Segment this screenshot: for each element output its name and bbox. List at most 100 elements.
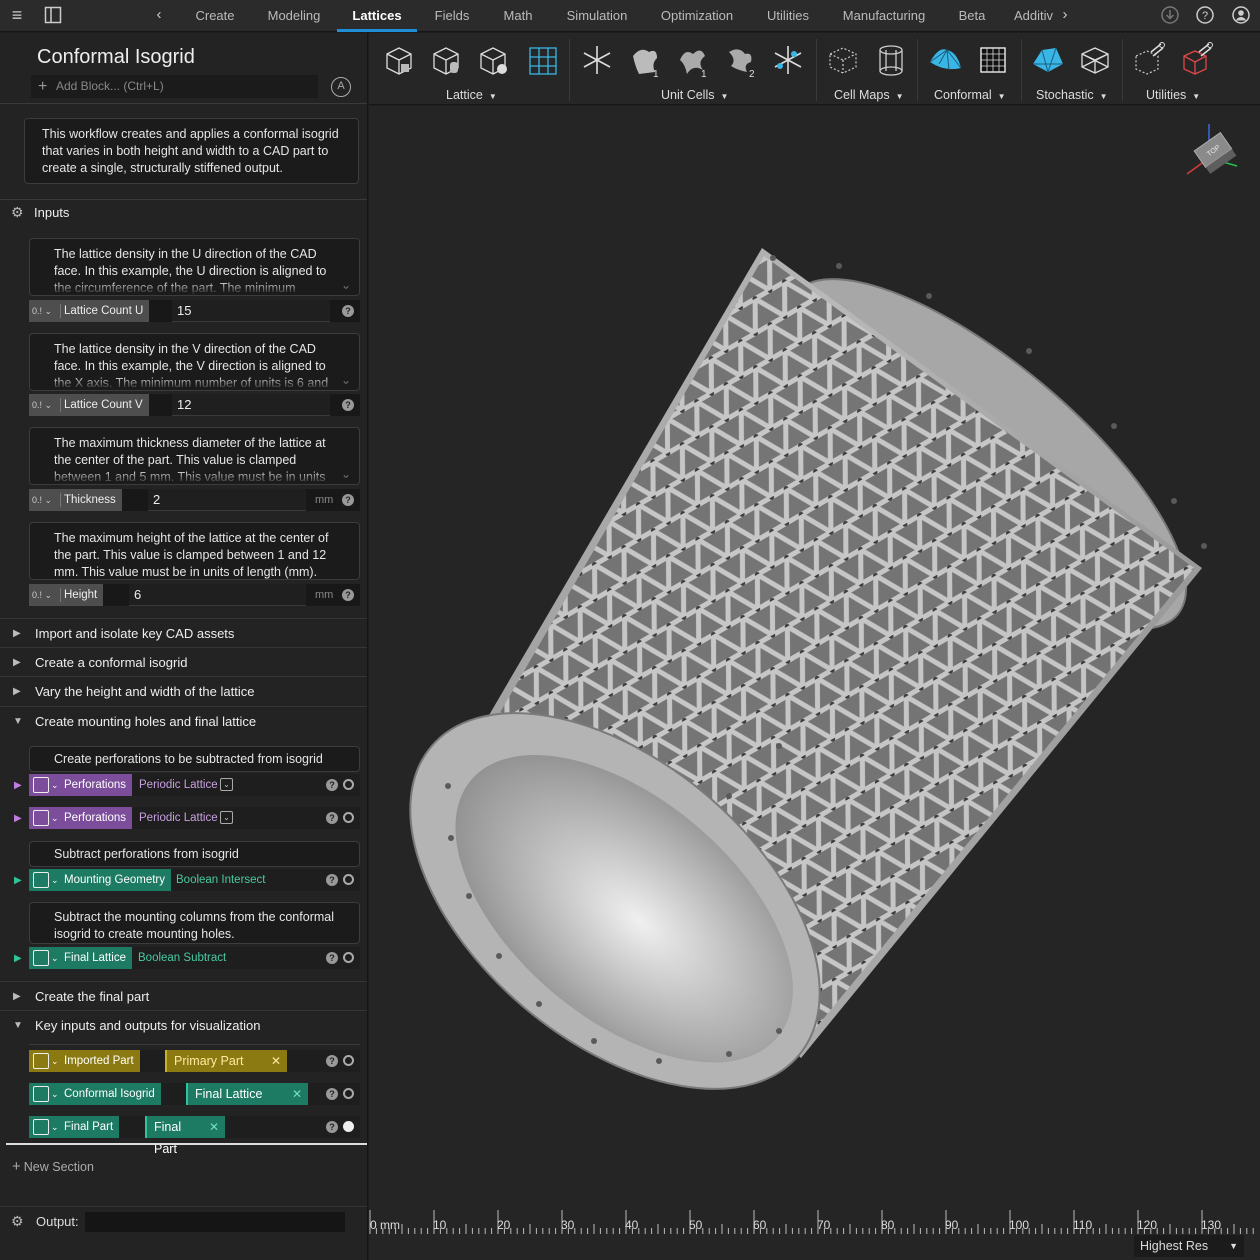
section-final[interactable]: ▶ Create the final part [0,981,367,1010]
chevron-down-icon[interactable]: ⌄ [341,277,351,294]
block-mounting-geometry[interactable]: ⌄ Mounting Geometry Boolean Intersect ? [29,869,360,891]
help-icon[interactable]: ? [326,779,338,791]
tab-utilities[interactable]: Utilities [762,0,814,32]
param-description[interactable]: The maximum height of the lattice at the… [29,522,360,580]
section-key[interactable]: ▼ Key inputs and outputs for visualizatio… [0,1010,367,1040]
stochastic-volume-icon[interactable] [1077,42,1113,78]
block-tag[interactable]: ⌄ Imported Part [29,1050,140,1072]
chevron-down-icon[interactable]: ⌄ [51,869,59,891]
stochastic-group-dropdown[interactable]: Stochastic ▼ [1036,88,1108,102]
dropdown-icon[interactable]: ⌄ [220,778,233,791]
param-tag[interactable]: 0.! ⌄ Height [29,584,104,606]
help-icon[interactable]: ? [326,1055,338,1067]
visibility-toggle[interactable] [343,1088,354,1099]
cell-map-cylinder-icon[interactable] [873,42,909,78]
tab-math[interactable]: Math [498,0,538,32]
resolution-select[interactable]: Highest Res ▼ [1134,1235,1244,1257]
visibility-toggle[interactable] [343,1055,354,1066]
block-final-part[interactable]: ⌄ Final Part Final Part ✕ ? [29,1116,360,1156]
play-icon[interactable]: ▶ [14,780,22,791]
help-icon[interactable]: ? [342,494,354,506]
view-cube-icon[interactable]: TOP [1179,118,1244,183]
conformal-volume-icon[interactable] [975,42,1011,78]
new-section-button[interactable]: + New Section [12,1158,94,1175]
block-perforations[interactable]: ⌄ Perforations Periodic Lattice ⌄ ? [29,774,360,796]
trim-lattice-icon[interactable] [1131,42,1167,78]
chevron-down-icon[interactable]: ⌄ [51,774,59,796]
isogrid-cylinder-model[interactable] [369,106,1260,1206]
block-imported-part[interactable]: ⌄ Imported Part Primary Part ✕ ? [29,1050,360,1072]
chevron-right-icon[interactable]: › [1052,4,1078,26]
close-icon[interactable]: ✕ [209,1116,219,1138]
visibility-toggle[interactable] [343,874,354,885]
tab-fields[interactable]: Fields [428,0,476,32]
help-icon[interactable]: ? [326,874,338,886]
block-perforations[interactable]: ⌄ Perforations Periodic Lattice ⌄ ? [29,807,360,829]
strut-cell-icon[interactable] [579,42,615,78]
conformal-group-dropdown[interactable]: Conformal ▼ [934,88,1006,102]
lattice-count-u-field[interactable]: 15 [172,300,330,322]
lattice-count-v-field[interactable]: 12 [172,394,330,416]
block-conformal-isogrid[interactable]: ⌄ Conformal Isogrid Final Lattice ✕ ? [29,1083,360,1105]
box-lattice-icon[interactable] [381,42,417,78]
cylinder-lattice-icon[interactable] [428,42,464,78]
help-icon[interactable]: ? [326,952,338,964]
cut-lattice-icon[interactable] [1179,42,1215,78]
custom-cell-icon[interactable] [770,42,806,78]
chevron-down-icon[interactable]: ⌄ [51,1050,59,1072]
chevron-down-icon[interactable]: ⌄ [51,1116,59,1138]
menu-icon[interactable]: ≡ [4,4,30,26]
tab-beta[interactable]: Beta [954,0,990,32]
panel-toggle-icon[interactable] [40,4,66,29]
visibility-toggle[interactable] [343,812,354,823]
triangle-right-icon[interactable]: ▶ [13,648,21,677]
lattice-group-dropdown[interactable]: Lattice ▼ [446,88,497,102]
stochastic-surface-icon[interactable] [1030,42,1066,78]
tab-optimization[interactable]: Optimization [656,0,738,32]
auto-assist-icon[interactable]: A [331,77,351,97]
help-icon[interactable]: ? [326,1088,338,1100]
utilities-group-dropdown[interactable]: Utilities ▼ [1146,88,1200,102]
triangle-down-icon[interactable]: ▼ [13,1011,23,1040]
close-icon[interactable]: ✕ [271,1050,281,1072]
visibility-toggle[interactable] [343,952,354,963]
section-vary[interactable]: ▶ Vary the height and width of the lattic… [0,676,367,706]
output-chip[interactable]: Final Part ✕ [145,1116,225,1156]
param-description[interactable]: The lattice density in the U direction o… [29,238,360,296]
sphere-lattice-icon[interactable] [475,42,511,78]
account-icon[interactable] [1228,4,1254,29]
grid-lattice-icon[interactable] [525,42,561,78]
3d-viewport[interactable]: TOP 0 mm 10 20 30 40 50 60 70 80 90 100 … [369,106,1260,1260]
block-tag[interactable]: ⌄ Perforations [29,807,133,829]
triangle-right-icon[interactable]: ▶ [13,619,21,648]
help-icon[interactable]: ? [326,812,338,824]
block-tag[interactable]: ⌄ Perforations [29,774,133,796]
cell-maps-group-dropdown[interactable]: Cell Maps ▼ [834,88,904,102]
scalar-type-icon[interactable]: 0.! ⌄ [32,493,61,507]
output-chip[interactable]: Final Lattice ✕ [186,1083,308,1105]
param-tag[interactable]: 0.! ⌄ Thickness [29,489,122,511]
tab-create[interactable]: Create [190,0,240,32]
unit-cells-group-dropdown[interactable]: Unit Cells ▼ [661,88,728,102]
dropdown-icon[interactable]: ⌄ [220,811,233,824]
visibility-toggle[interactable] [343,1121,354,1132]
output-chip[interactable]: Primary Part ✕ [165,1050,287,1072]
block-tag[interactable]: ⌄ Final Part [29,1116,120,1138]
chevron-down-icon[interactable]: ⌄ [51,947,59,969]
scalar-type-icon[interactable]: 0.! ⌄ [32,398,61,412]
cell-map-box-icon[interactable] [825,42,861,78]
triangle-right-icon[interactable]: ▶ [13,677,21,706]
play-icon[interactable]: ▶ [14,875,22,886]
tab-lattices[interactable]: Lattices [337,0,417,32]
gyroid-cell-icon[interactable]: 1 [675,42,711,78]
play-icon[interactable]: ▶ [14,813,22,824]
block-tag[interactable]: ⌄ Conformal Isogrid [29,1083,161,1105]
close-icon[interactable]: ✕ [292,1083,302,1105]
section-import[interactable]: ▶ Import and isolate key CAD assets [0,618,367,648]
section-create[interactable]: ▶ Create a conformal isogrid [0,647,367,677]
help-icon[interactable]: ? [342,589,354,601]
play-icon[interactable]: ▶ [14,953,22,964]
conformal-surface-icon[interactable] [927,42,963,78]
block-operation[interactable]: Periodic Lattice [139,807,218,829]
output-field[interactable] [85,1212,345,1232]
